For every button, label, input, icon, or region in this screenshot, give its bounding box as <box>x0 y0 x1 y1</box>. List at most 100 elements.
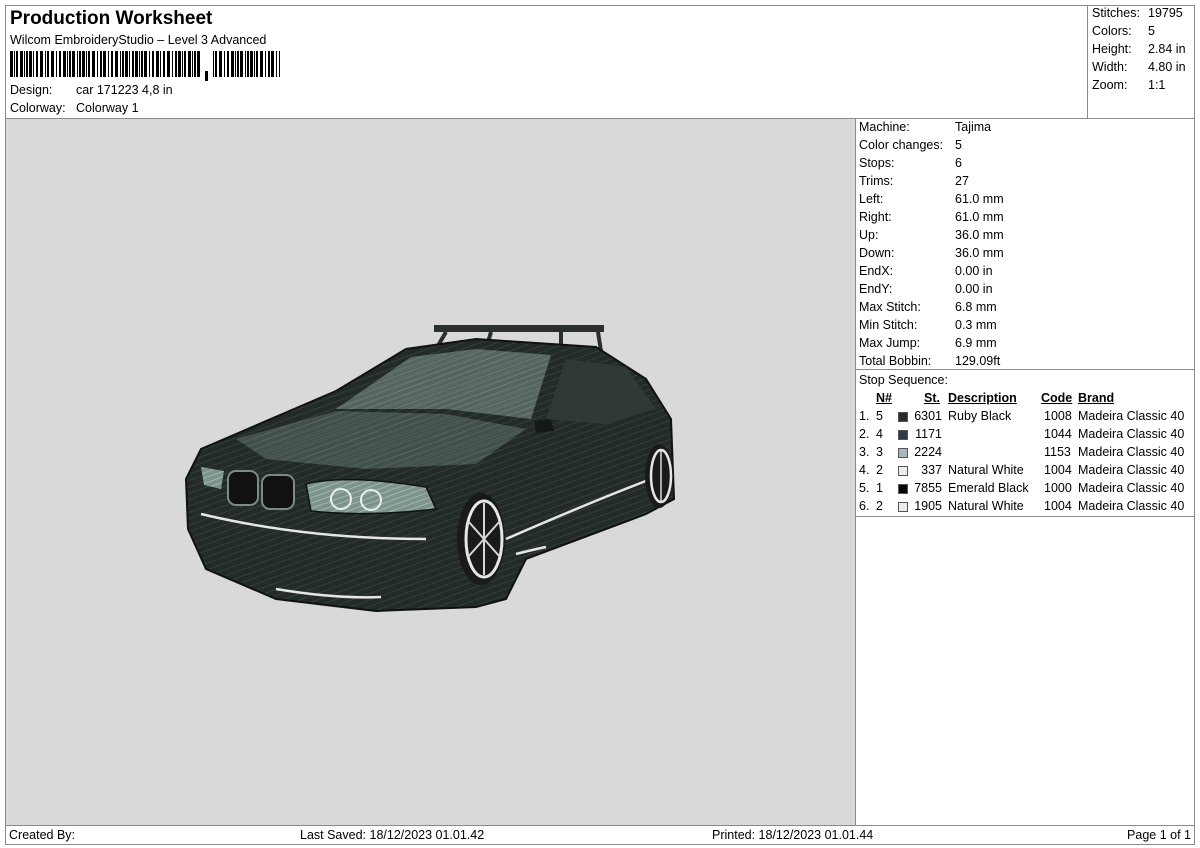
info-value: 36.0 mm <box>955 246 1004 260</box>
row-n: 4 <box>876 427 883 441</box>
summary-height: Height: 2.84 in <box>1092 42 1186 56</box>
side-mirror <box>534 419 554 433</box>
printed: Printed: 18/12/2023 01.01.44 <box>712 828 874 842</box>
col-n: N# <box>876 391 892 405</box>
row-description: Emerald Black <box>948 481 1029 495</box>
row-code: 1153 <box>1044 445 1071 459</box>
info-label: Down: <box>859 246 895 260</box>
side-panel: Machine: Tajima Color changes: 5 Stops: 6 Trim… <box>855 118 1195 826</box>
info-row: Down: 36.0 mm <box>859 246 1004 260</box>
col-description: Description <box>948 391 1017 405</box>
info-value: 27 <box>955 174 969 188</box>
divider <box>856 369 1194 370</box>
info-label: Total Bobbin: <box>859 354 932 368</box>
info-label: Machine: <box>859 120 910 134</box>
colorway-row: Colorway: Colorway 1 <box>10 101 139 115</box>
col-brand: Brand <box>1078 391 1115 405</box>
row-brand: Madeira Classic 40 <box>1078 499 1185 513</box>
table-row: 2. 4 1171 1044 Madeira Classic 40 <box>856 427 1196 445</box>
info-row: Max Jump: 6.9 mm <box>859 336 997 350</box>
row-brand: Madeira Classic 40 <box>1078 481 1185 495</box>
info-row: Left: 61.0 mm <box>859 192 1004 206</box>
info-row: EndX: 0.00 in <box>859 264 993 278</box>
row-st: 1171 <box>915 427 942 441</box>
info-row: EndY: 0.00 in <box>859 282 993 296</box>
row-code: 1044 <box>1044 427 1072 441</box>
info-value: Tajima <box>955 120 992 134</box>
info-value: 61.0 mm <box>955 192 1004 206</box>
design-value: car 171223 4,8 in <box>76 83 173 97</box>
row-index: 4. <box>859 463 870 477</box>
colorway-value: Colorway 1 <box>76 101 139 115</box>
rear-wheel <box>645 444 673 508</box>
colorway-label: Colorway: <box>10 101 66 115</box>
front-wheel <box>457 493 505 585</box>
worksheet-header: Production Worksheet Wilcom EmbroiderySt… <box>5 5 1195 119</box>
row-index: 1. <box>859 409 870 423</box>
row-brand: Madeira Classic 40 <box>1078 445 1185 459</box>
row-n: 2 <box>876 463 883 477</box>
table-row: 1. 5 6301 Ruby Black 1008 Madeira Classic 40 <box>856 409 1196 427</box>
row-index: 5. <box>859 481 870 495</box>
info-value: 6 <box>955 156 962 170</box>
info-label: EndY: <box>859 282 893 296</box>
info-row: Up: 36.0 mm <box>859 228 1004 242</box>
info-label: Stops: <box>859 156 895 170</box>
color-swatch <box>898 502 908 512</box>
stop-sequence-label: Stop Sequence: <box>859 373 948 387</box>
barcode <box>10 51 280 81</box>
summary-width: Width: 4.80 in <box>1092 60 1186 74</box>
row-code: 1004 <box>1044 463 1072 477</box>
summary-stitches: Stitches: 19795 <box>1092 6 1183 20</box>
row-n: 5 <box>876 409 883 423</box>
design-row: Design: car 171223 4,8 in <box>10 83 173 97</box>
summary-box: Stitches: 19795 Colors: 5 Height: 2.84 in W… <box>1087 5 1195 119</box>
info-label: Right: <box>859 210 892 224</box>
info-row: Min Stitch: 0.3 mm <box>859 318 997 332</box>
info-value: 0.3 mm <box>955 318 997 332</box>
summary-colors: Colors: 5 <box>1092 24 1155 38</box>
info-label: Max Jump: <box>859 336 921 350</box>
design-label: Design: <box>10 83 53 97</box>
table-row: 4. 2 337 Natural White 1004 Madeira Classic 4… <box>856 463 1196 481</box>
info-label: Up: <box>859 228 879 242</box>
worksheet-title: Production Worksheet <box>10 8 213 29</box>
info-row: Right: 61.0 mm <box>859 210 1004 224</box>
summary-zoom: Zoom: 1:1 <box>1092 78 1166 92</box>
info-value: 61.0 mm <box>955 210 1004 224</box>
divider <box>856 516 1194 517</box>
info-row: Total Bobbin: 129.09ft <box>859 354 1000 368</box>
info-label: Max Stitch: <box>859 300 921 314</box>
color-swatch <box>898 412 908 422</box>
info-label: EndX: <box>859 264 894 278</box>
info-row: Max Stitch: 6.8 mm <box>859 300 997 314</box>
row-n: 3 <box>876 445 883 459</box>
row-description: Ruby Black <box>948 409 1012 423</box>
row-st: 7855 <box>914 481 942 495</box>
info-label: Left: <box>859 192 884 206</box>
info-value: 0.00 in <box>955 282 993 296</box>
last-saved: Last Saved: 18/12/2023 01.01.42 <box>300 828 485 842</box>
info-label: Trims: <box>859 174 894 188</box>
info-value: 6.8 mm <box>955 300 997 314</box>
page-number: Page 1 of 1 <box>1127 828 1191 842</box>
row-code: 1004 <box>1044 499 1072 513</box>
design-preview <box>5 118 856 826</box>
row-brand: Madeira Classic 40 <box>1078 409 1185 423</box>
info-row: Machine: Tajima <box>859 120 991 134</box>
row-code: 1000 <box>1044 481 1072 495</box>
row-brand: Madeira Classic 40 <box>1078 463 1185 477</box>
color-swatch <box>898 448 908 458</box>
worksheet-footer: Created By: Last Saved: 18/12/2023 01.01… <box>5 825 1195 845</box>
created-by: Created By: <box>9 828 76 842</box>
color-swatch <box>898 484 908 494</box>
row-code: 1008 <box>1044 409 1072 423</box>
info-value: 6.9 mm <box>955 336 997 350</box>
color-swatch <box>898 466 908 476</box>
info-row: Trims: 27 <box>859 174 969 188</box>
info-row: Color changes: 5 <box>859 138 962 152</box>
info-label: Min Stitch: <box>859 318 918 332</box>
table-row: 6. 2 1905 Natural White 1004 Madeira Classic … <box>856 499 1196 517</box>
row-index: 6. <box>859 499 870 513</box>
row-index: 3. <box>859 445 870 459</box>
